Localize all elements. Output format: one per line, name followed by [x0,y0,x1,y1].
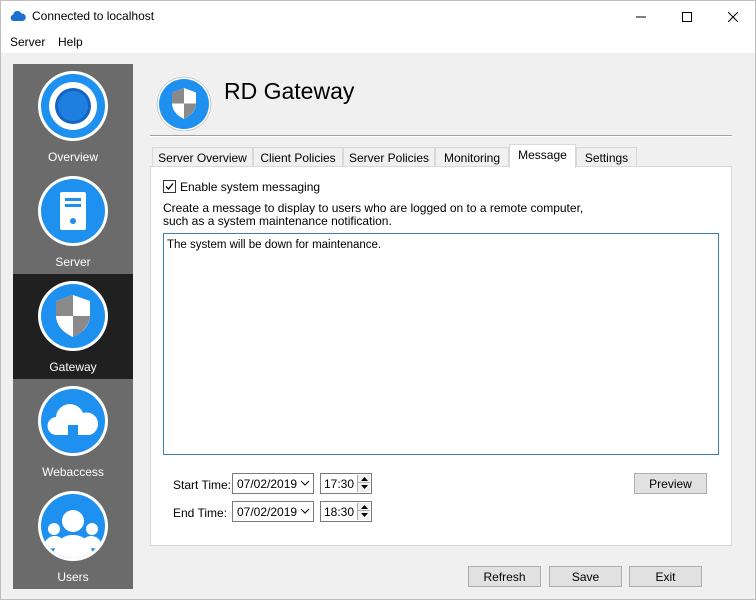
cloud-icon [47,404,99,436]
chevron-down-icon [300,480,310,486]
nav-icon-ring [38,386,108,456]
save-button[interactable]: Save [549,566,622,587]
start-date-picker[interactable]: 07/02/2019 [232,473,314,494]
start-time-input[interactable]: 17:30 [320,473,372,494]
sidebar-item-server[interactable]: Server [13,169,133,274]
nav-icon-ring [38,176,108,246]
menu-help[interactable]: Help [58,35,83,49]
cloud-icon [10,11,26,21]
spin-up-button[interactable] [358,503,370,511]
sidebar: Overview Server Gateway Webaccess Users [13,64,133,589]
minimize-button[interactable] [618,1,664,32]
maximize-button[interactable] [664,1,710,32]
enable-messaging-label[interactable]: Enable system messaging [180,180,320,194]
message-textarea[interactable]: The system will be down for maintenance. [163,233,719,455]
checkmark-icon [165,183,174,190]
tab-monitoring[interactable]: Monitoring [435,147,509,167]
caret-up-icon [360,504,368,509]
tab-server-policies[interactable]: Server Policies [343,147,435,167]
overview-icon [49,82,97,130]
description-line: such as a system maintenance notificatio… [163,214,392,228]
spin-up-button[interactable] [358,475,370,483]
nav-icon-disc [41,179,105,243]
nav-icon-disc [41,284,105,348]
header-divider [150,135,732,137]
start-time-label: Start Time: [173,478,232,492]
enable-messaging-checkbox[interactable] [163,180,176,193]
nav-icon-ring [38,281,108,351]
spin-down-button[interactable] [358,483,370,491]
sidebar-item-users[interactable]: Users [13,484,133,589]
shield-icon [56,295,90,337]
caret-up-icon [360,476,368,481]
start-time-value: 17:30 [324,477,355,491]
end-time-value: 18:30 [324,505,355,519]
title-bar: Connected to localhost [1,1,755,32]
maximize-icon [682,11,692,22]
sidebar-item-label: Overview [47,150,98,164]
spin-down-button[interactable] [358,511,370,519]
sidebar-item-label: Server [55,255,91,269]
tab-message[interactable]: Message [509,144,576,168]
refresh-button[interactable]: Refresh [468,566,541,587]
end-date-value: 07/02/2019 [237,505,298,519]
close-button[interactable] [710,1,756,32]
sidebar-item-gateway[interactable]: Gateway [13,274,133,379]
end-time-input[interactable]: 18:30 [320,501,372,522]
nav-icon-disc [41,494,105,558]
exit-button[interactable]: Exit [629,566,702,587]
minimize-icon [636,16,646,17]
close-icon [728,11,738,22]
nav-icon-ring [38,71,108,141]
sidebar-item-label: Users [57,570,89,584]
sidebar-item-label: Webaccess [42,465,104,479]
preview-button[interactable]: Preview [634,473,707,494]
sidebar-item-overview[interactable]: Overview [13,64,133,169]
nav-icon-disc [41,74,105,138]
server-icon [60,192,86,230]
tab-settings[interactable]: Settings [576,147,637,167]
caret-down-icon [360,485,368,489]
shield-icon [156,76,212,131]
tab-client-policies[interactable]: Client Policies [253,147,343,167]
window-title: Connected to localhost [32,9,155,23]
menu-bar: Server Help [1,32,755,53]
nav-icon-ring [38,491,108,561]
message-description: Create a message to display to users who… [163,202,583,228]
nav-icon-disc [41,389,105,453]
users-icon [43,510,103,558]
tab-server-overview[interactable]: Server Overview [152,147,253,167]
main-window: Connected to localhost Server Help Overv… [0,0,756,600]
end-time-spinner[interactable] [357,503,370,520]
page-title: RD Gateway [224,78,355,104]
chevron-down-icon [300,508,310,514]
start-time-spinner[interactable] [357,475,370,492]
sidebar-item-label: Gateway [49,360,97,374]
start-date-value: 07/02/2019 [237,477,298,491]
caret-down-icon [360,513,368,517]
sidebar-item-webaccess[interactable]: Webaccess [13,379,133,484]
menu-server[interactable]: Server [10,35,45,49]
end-time-label: End Time: [173,506,228,520]
end-date-picker[interactable]: 07/02/2019 [232,501,314,522]
